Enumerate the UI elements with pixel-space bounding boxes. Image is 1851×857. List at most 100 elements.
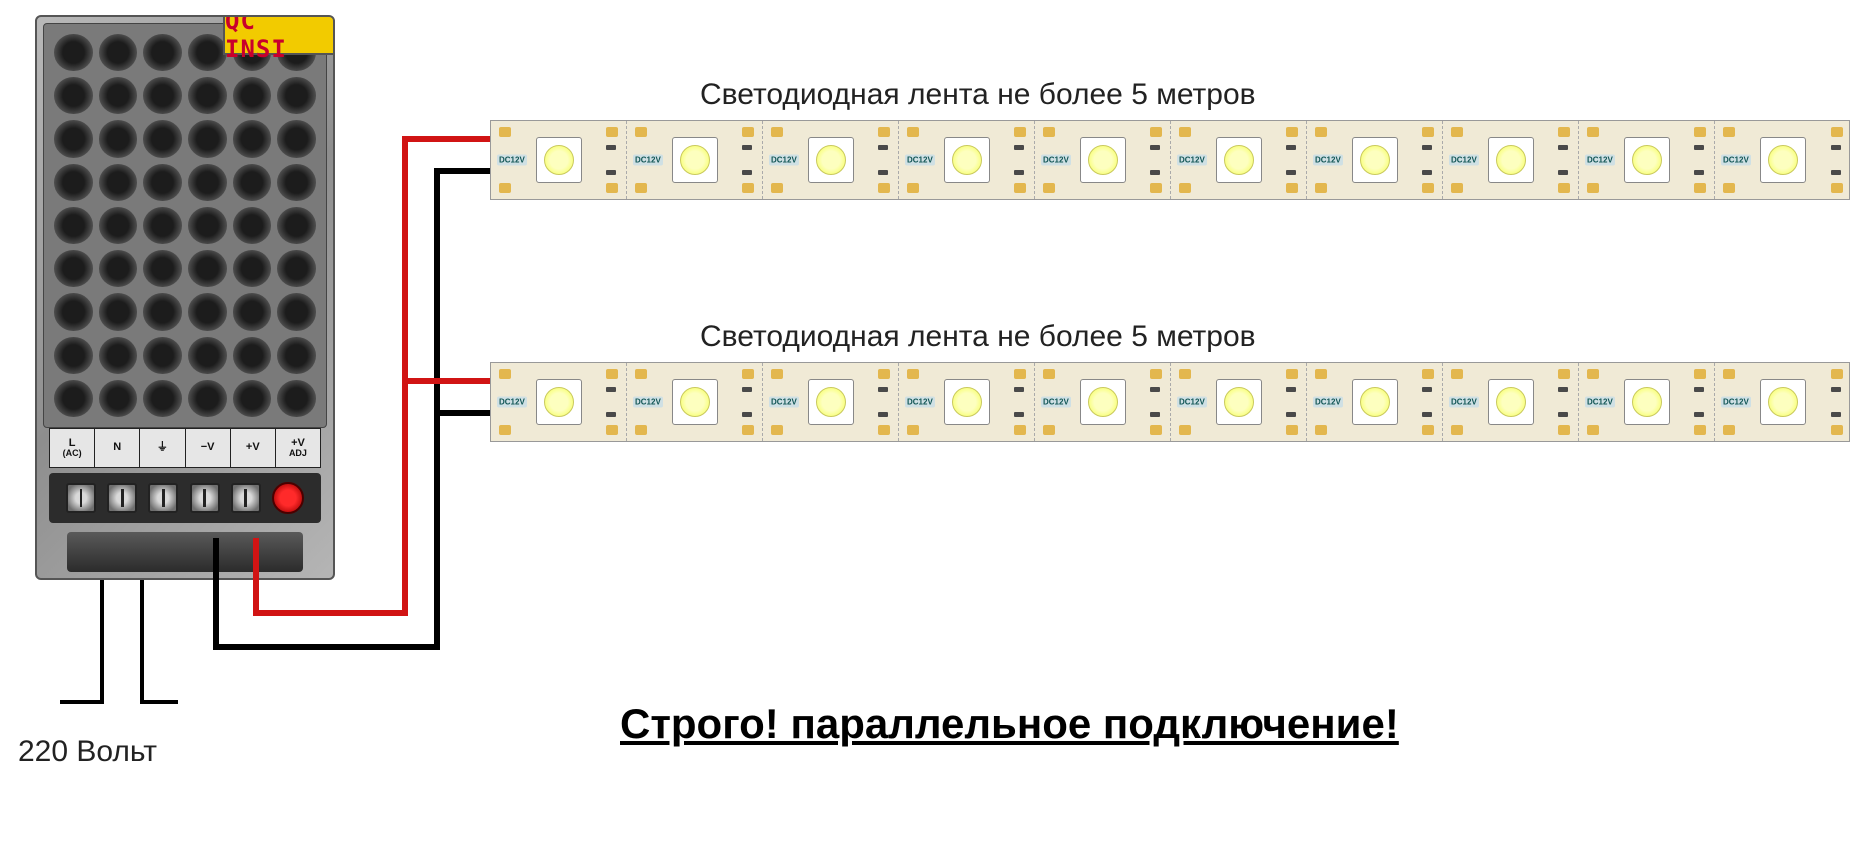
solder-pad	[742, 127, 754, 137]
solder-pad	[771, 127, 783, 137]
led-die	[1360, 145, 1390, 175]
dc-neg-drop	[213, 538, 219, 650]
psu-vent-hole	[143, 337, 182, 374]
led-chip	[1080, 379, 1126, 425]
psu-vent-hole	[143, 120, 182, 157]
solder-pad	[1150, 369, 1162, 379]
led-die	[1088, 387, 1118, 417]
psu-vent-hole	[99, 34, 138, 71]
smd-resistor	[1831, 387, 1841, 392]
psu-vent-hole	[143, 207, 182, 244]
smd-resistor	[1150, 170, 1160, 175]
psu-screw-gnd	[148, 483, 178, 513]
psu-vent-hole	[99, 164, 138, 201]
led-segment: DC12V	[763, 363, 899, 441]
psu-vent-hole	[54, 207, 93, 244]
psu-vent-hole	[99, 207, 138, 244]
psu-vent-hole	[277, 164, 316, 201]
dc-pos-run1	[253, 610, 408, 616]
dc12v-marking: DC12V	[1449, 397, 1479, 408]
led-segment: DC12V	[1579, 363, 1715, 441]
dc-neg-run1	[213, 644, 440, 650]
solder-pad	[1451, 183, 1463, 193]
solder-pad	[878, 369, 890, 379]
smd-resistor	[1286, 170, 1296, 175]
smd-resistor	[606, 412, 616, 417]
psu-vent-hole	[188, 120, 227, 157]
led-chip	[1624, 379, 1670, 425]
led-segment: DC12V	[899, 121, 1035, 199]
solder-pad	[1723, 369, 1735, 379]
psu-vent-hole	[277, 250, 316, 287]
smd-resistor	[742, 412, 752, 417]
psu-vent-hole	[54, 337, 93, 374]
led-segment: DC12V	[627, 363, 763, 441]
smd-resistor	[1150, 412, 1160, 417]
smd-resistor	[1831, 412, 1841, 417]
solder-pad	[1831, 127, 1843, 137]
dc-neg-riser	[434, 168, 440, 650]
dc-neg-branch1	[434, 168, 490, 174]
smd-resistor	[1422, 412, 1432, 417]
smd-resistor	[1014, 412, 1024, 417]
led-chip	[944, 137, 990, 183]
psu-term-gnd: ⏚	[140, 429, 185, 467]
led-chip	[672, 379, 718, 425]
psu-enclosure: QC INSI L (AC) N ⏚ −V +V +V ADJ	[35, 15, 335, 580]
solder-pad	[878, 425, 890, 435]
dc-neg-branch2	[434, 410, 490, 416]
solder-pad	[1150, 425, 1162, 435]
psu-adj-pot	[272, 482, 304, 514]
solder-pad	[1694, 127, 1706, 137]
dc12v-marking: DC12V	[1585, 155, 1615, 166]
led-die	[816, 145, 846, 175]
smd-resistor	[742, 170, 752, 175]
led-chip	[1760, 379, 1806, 425]
smd-resistor	[1558, 170, 1568, 175]
input-voltage-label: 220 Вольт	[18, 735, 157, 769]
psu-vent-hole	[188, 337, 227, 374]
solder-pad	[907, 127, 919, 137]
psu-vent-hole	[277, 77, 316, 114]
dc12v-marking: DC12V	[905, 155, 935, 166]
solder-pad	[1558, 127, 1570, 137]
led-chip	[1760, 137, 1806, 183]
psu-vent-panel	[43, 23, 327, 428]
led-die	[544, 387, 574, 417]
led-segment: DC12V	[491, 121, 627, 199]
psu-vent-hole	[233, 380, 272, 417]
led-die	[544, 145, 574, 175]
led-segment: DC12V	[763, 121, 899, 199]
led-chip	[1624, 137, 1670, 183]
solder-pad	[499, 369, 511, 379]
solder-pad	[1723, 425, 1735, 435]
led-die	[1224, 145, 1254, 175]
led-chip	[1216, 379, 1262, 425]
psu-vent-hole	[54, 250, 93, 287]
solder-pad	[742, 425, 754, 435]
solder-pad	[1179, 127, 1191, 137]
smd-resistor	[1014, 387, 1024, 392]
led-die	[1496, 145, 1526, 175]
led-die	[952, 387, 982, 417]
dc-pos-branch2	[402, 378, 490, 384]
led-segment: DC12V	[491, 363, 627, 441]
solder-pad	[635, 425, 647, 435]
solder-pad	[1694, 369, 1706, 379]
dc12v-marking: DC12V	[769, 155, 799, 166]
solder-pad	[771, 425, 783, 435]
smd-resistor	[1422, 170, 1432, 175]
dc-pos-drop	[253, 538, 259, 616]
solder-pad	[606, 127, 618, 137]
led-segment: DC12V	[1307, 363, 1443, 441]
psu-vent-hole	[143, 250, 182, 287]
led-die	[680, 387, 710, 417]
dc12v-marking: DC12V	[1041, 397, 1071, 408]
led-segment: DC12V	[1035, 121, 1171, 199]
led-die	[1224, 387, 1254, 417]
solder-pad	[1315, 369, 1327, 379]
solder-pad	[1014, 127, 1026, 137]
psu-terminal-block	[49, 473, 321, 523]
psu-base-plate	[67, 532, 303, 572]
smd-resistor	[1831, 145, 1841, 150]
